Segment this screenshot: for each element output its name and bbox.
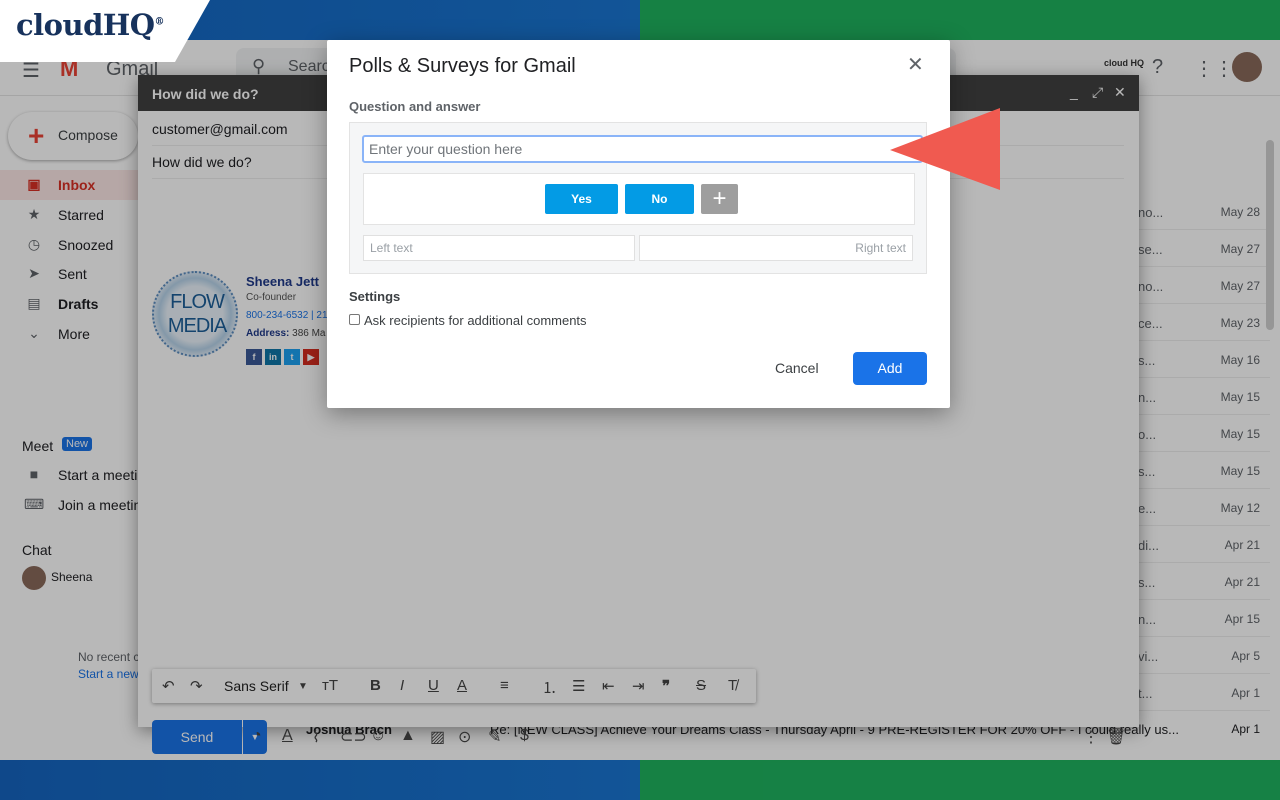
close-icon[interactable]: ✕	[907, 52, 924, 77]
question-input[interactable]	[362, 135, 923, 163]
additional-comments-checkbox[interactable]	[349, 314, 360, 325]
answer-no-button[interactable]: No	[625, 184, 694, 214]
checkbox-label[interactable]: Ask recipients for additional comments	[364, 313, 587, 328]
cancel-button[interactable]: Cancel	[775, 360, 819, 376]
answer-yes-button[interactable]: Yes	[545, 184, 618, 214]
polls-dialog: Polls & Surveys for Gmail ✕ Question and…	[327, 40, 950, 408]
add-answer-button[interactable]: +	[701, 184, 738, 214]
brand-logo: cloudHQ®	[16, 8, 165, 42]
section-question-answer: Question and answer	[349, 99, 481, 114]
right-text-input[interactable]	[639, 235, 913, 261]
left-text-input[interactable]	[363, 235, 635, 261]
section-settings: Settings	[349, 289, 401, 304]
add-button[interactable]: Add	[853, 352, 927, 385]
dialog-title: Polls & Surveys for Gmail	[349, 55, 576, 77]
pointer-arrow-icon	[890, 108, 1000, 190]
